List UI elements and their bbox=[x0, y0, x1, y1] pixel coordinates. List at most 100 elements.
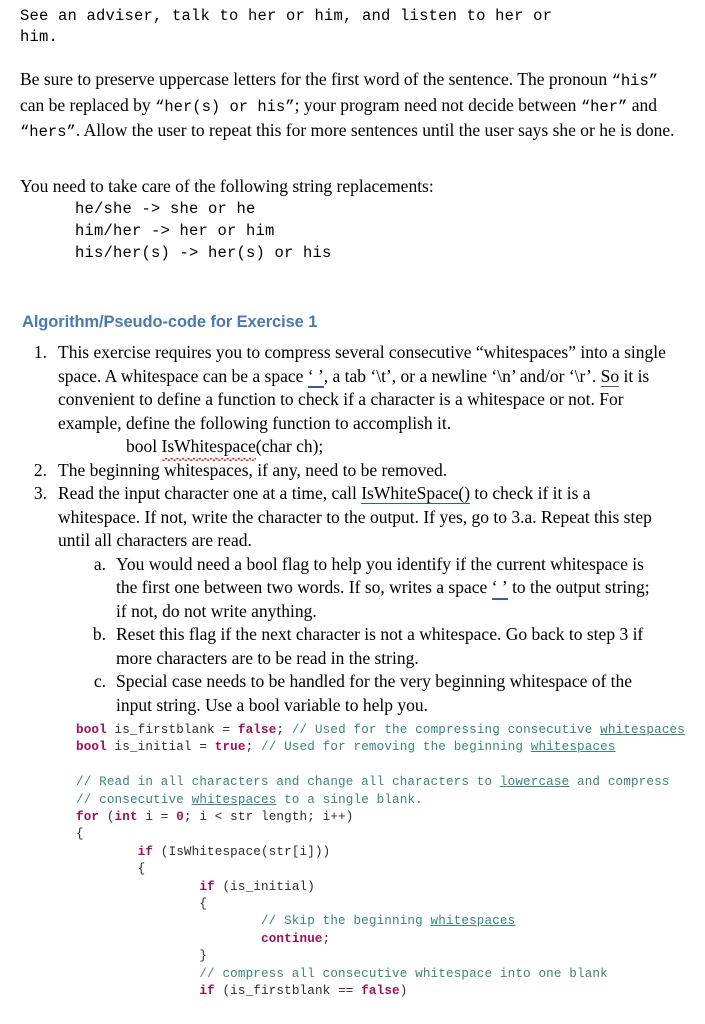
quoted-space-literal: ‘ ’ bbox=[307, 367, 324, 388]
grammar-underline-text: IsWhiteSpace() bbox=[361, 483, 471, 504]
para2-quoted-his: “his” bbox=[611, 72, 659, 90]
algorithm-step: 3. Read the input character one at a time… bbox=[0, 482, 705, 553]
step-marker: c. bbox=[93, 671, 106, 691]
code-line: { bbox=[76, 826, 685, 843]
replacement-rule: he/she -> she or he bbox=[75, 200, 256, 218]
algorithm-steps-list: 1. This exercise requires you to compress… bbox=[0, 341, 705, 717]
code-token-pun: { bbox=[76, 862, 146, 877]
code-token-cmt: // Skip the beginning bbox=[76, 914, 431, 929]
string-replacements-list: he/she -> she or he him/her -> her or him… bbox=[75, 198, 332, 264]
step-text: Special case needs to be handled for the… bbox=[116, 670, 664, 717]
code-token-kw: continue bbox=[260, 931, 323, 946]
code-token-cmt: and compress bbox=[569, 775, 670, 790]
step-marker: b. bbox=[92, 624, 106, 644]
fn-return-type: bool bbox=[126, 436, 162, 456]
comment-underlined-word: whitespaces bbox=[191, 792, 277, 807]
para2-seg1: Be sure to preserve uppercase letters fo… bbox=[20, 69, 612, 89]
comment-underlined-word: whitespaces bbox=[600, 723, 685, 737]
code-token-cmt: // compress all consecutive whitespace i… bbox=[76, 966, 608, 981]
step-text: The beginning whitespaces, if any, need … bbox=[58, 459, 668, 483]
code-line: continue; bbox=[76, 931, 685, 948]
fn-name-misspelled: IsWhitespace bbox=[161, 435, 257, 460]
document-page: See an adviser, talk to her or him, and … bbox=[0, 0, 705, 1024]
code-line: if (IsWhitespace(str[i])) bbox=[76, 844, 685, 861]
para2-quoted-hers-or-his: “her(s) or his” bbox=[155, 97, 295, 116]
code-token-pun: { bbox=[76, 897, 208, 912]
comment-underlined-word: whitespaces bbox=[430, 914, 516, 929]
code-line: } bbox=[76, 948, 685, 965]
code-line: // Skip the beginning whitespaces bbox=[76, 913, 685, 930]
intro-line-2: him. bbox=[20, 28, 59, 46]
code-token-pun: ) bbox=[399, 984, 408, 999]
replacement-rule: him/her -> her or him bbox=[75, 222, 275, 240]
code-token-cmt: to a single blank. bbox=[276, 792, 423, 807]
grammar-underline-text: So bbox=[600, 365, 620, 387]
code-token-id bbox=[76, 880, 199, 894]
algorithm-step: c. Special case needs to be handled for t… bbox=[0, 670, 705, 717]
function-signature-line: bool IsWhitespace(char ch); bbox=[126, 435, 705, 460]
para2-quoted-hers: “hers” bbox=[20, 123, 76, 141]
code-line: // Read in all characters and change all… bbox=[76, 774, 685, 791]
code-token-kw: false bbox=[237, 723, 277, 737]
pseudo-code-block: bool is_firstblank = false; // Used for … bbox=[76, 722, 685, 1001]
code-token-comment: whitespaces bbox=[192, 793, 277, 807]
code-line: // compress all consecutive whitespace i… bbox=[76, 966, 685, 983]
intro-monospace-block: See an adviser, talk to her or him, and … bbox=[20, 6, 680, 48]
code-token-id: ; i < str length; i++) bbox=[183, 810, 354, 825]
code-token-kw: if bbox=[137, 844, 154, 859]
quoted-space-literal: ‘ ’ bbox=[491, 578, 508, 600]
paragraph-uppercase-note: Be sure to preserve uppercase letters fo… bbox=[20, 68, 682, 145]
code-token-comment: lowercase bbox=[500, 775, 569, 789]
code-token-pun: ( bbox=[99, 810, 115, 825]
step-text: You would need a bool flag to help you i… bbox=[116, 553, 664, 624]
step-text: This exercise requires you to compress s… bbox=[58, 341, 668, 435]
code-line: { bbox=[76, 896, 685, 913]
code-token-comment: whitespaces bbox=[600, 723, 685, 737]
code-token-id bbox=[76, 984, 199, 998]
code-token-id: (is_firstblank == bbox=[214, 984, 362, 999]
code-line: for (int i = 0; i < str length; i++) bbox=[76, 809, 685, 826]
code-token-id: i = bbox=[137, 810, 177, 825]
code-token-pun: ; bbox=[276, 723, 285, 737]
code-token-kw: if bbox=[199, 879, 215, 894]
code-token-id: is_firstblank = bbox=[106, 723, 238, 737]
code-token-comment: whitespaces bbox=[531, 740, 616, 754]
fn-params: (char ch); bbox=[255, 436, 324, 456]
code-line: // consecutive whitespaces to a single b… bbox=[76, 792, 685, 809]
comment-underlined-word: whitespaces bbox=[530, 740, 616, 755]
code-token-num: 0 bbox=[176, 810, 184, 825]
code-token-comment: whitespaces bbox=[431, 914, 516, 928]
step-marker: 2. bbox=[33, 459, 47, 480]
step-text-run: Special case needs to be handled for the… bbox=[116, 671, 633, 715]
algorithm-step: 2. The beginning whitespaces, if any, nee… bbox=[0, 459, 705, 483]
para2-seg2: can be replaced by bbox=[20, 94, 156, 115]
intro-line-1: See an adviser, talk to her or him, and … bbox=[20, 7, 553, 25]
step-text-run: Read the input character one at a time, … bbox=[58, 483, 362, 503]
replacements-lead-in: You need to take care of the following s… bbox=[20, 176, 434, 196]
code-token-cmt: // consecutive bbox=[76, 792, 192, 807]
code-token-id: is_initial = bbox=[106, 740, 215, 755]
code-token-id: (IsWhitespace(str[i])) bbox=[153, 844, 331, 859]
code-line: { bbox=[76, 861, 685, 878]
code-token-kw: true bbox=[214, 740, 246, 755]
code-token-pun: { bbox=[76, 827, 84, 842]
algorithm-step: a. You would need a bool flag to help you… bbox=[0, 553, 705, 624]
step-marker: 3. bbox=[33, 483, 47, 503]
para2-seg3: ; your program need not decide between bbox=[294, 94, 581, 115]
replacement-rule: his/her(s) -> her(s) or his bbox=[75, 244, 332, 262]
code-line: if (is_firstblank == false) bbox=[76, 983, 685, 1000]
code-token-id bbox=[76, 932, 261, 946]
code-token-cmt: // Used for the compressing consecutive bbox=[284, 723, 601, 737]
code-token-id bbox=[76, 845, 138, 859]
step-text: Read the input character one at a time, … bbox=[58, 482, 668, 553]
code-token-id: (is_initial) bbox=[214, 879, 315, 894]
algorithm-step: 1. This exercise requires you to compress… bbox=[0, 341, 705, 435]
code-token-kw: if bbox=[199, 984, 215, 999]
step-text-run: , a tab ‘\t’, or a newline ‘\n’ and/or ‘… bbox=[323, 365, 601, 386]
step-text-run: Reset this flag if the next character is… bbox=[116, 624, 644, 668]
code-token-kw: bool bbox=[76, 723, 107, 737]
code-token-kw: for bbox=[76, 810, 100, 825]
code-token-pun: } bbox=[76, 949, 208, 964]
code-token-cmt: // Used for removing the beginning bbox=[253, 740, 531, 755]
